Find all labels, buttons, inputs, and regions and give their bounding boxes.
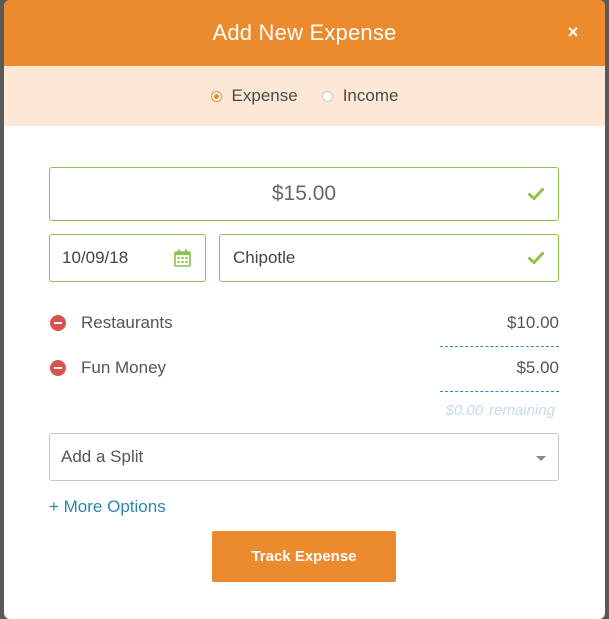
amount-value: $15.00 bbox=[271, 182, 337, 205]
transaction-type-toggle: Expense Income bbox=[4, 66, 605, 126]
date-value: 10/09/18 bbox=[62, 248, 129, 267]
income-radio[interactable] bbox=[321, 90, 333, 102]
add-split-select[interactable]: Add a Split bbox=[49, 433, 559, 481]
expense-radio-label: Expense bbox=[231, 86, 298, 105]
split-row: Fun Money $5.00 bbox=[49, 355, 559, 392]
dialog-header: Add New Expense × bbox=[4, 0, 605, 66]
remove-split-icon[interactable] bbox=[50, 315, 66, 331]
split-category[interactable]: Fun Money bbox=[81, 358, 166, 378]
expense-radio-option[interactable]: Expense bbox=[210, 86, 298, 106]
payee-input[interactable]: Chipotle bbox=[219, 234, 559, 282]
remaining-amount: $0.00 remaining bbox=[446, 402, 555, 419]
split-amount-underline bbox=[440, 391, 559, 392]
split-category[interactable]: Restaurants bbox=[81, 313, 173, 333]
close-icon[interactable]: × bbox=[563, 22, 583, 42]
split-amount[interactable]: $5.00 bbox=[516, 358, 559, 378]
dialog-title: Add New Expense bbox=[212, 20, 397, 45]
add-split-label: Add a Split bbox=[61, 447, 144, 466]
date-input[interactable]: 10/09/18 bbox=[49, 234, 206, 282]
amount-valid-check-icon bbox=[528, 188, 544, 200]
remaining-value: $0.00 bbox=[445, 402, 484, 419]
split-amount-underline bbox=[440, 346, 559, 347]
calendar-icon[interactable] bbox=[174, 249, 191, 267]
chevron-down-icon bbox=[536, 456, 546, 461]
income-radio-option[interactable]: Income bbox=[321, 86, 399, 106]
add-expense-dialog: Add New Expense × Expense Income $15.00 … bbox=[4, 0, 605, 619]
expense-radio[interactable] bbox=[210, 90, 222, 102]
payee-valid-check-icon bbox=[528, 252, 544, 264]
payee-value: Chipotle bbox=[233, 248, 296, 267]
remaining-label: remaining bbox=[489, 402, 555, 419]
amount-input[interactable]: $15.00 bbox=[49, 167, 559, 221]
split-amount[interactable]: $10.00 bbox=[507, 313, 559, 333]
split-row: Restaurants $10.00 bbox=[49, 310, 559, 347]
track-expense-button[interactable]: Track Expense bbox=[212, 531, 396, 582]
income-radio-label: Income bbox=[342, 86, 399, 105]
remove-split-icon[interactable] bbox=[50, 360, 66, 376]
more-options-link[interactable]: + More Options bbox=[49, 497, 166, 517]
